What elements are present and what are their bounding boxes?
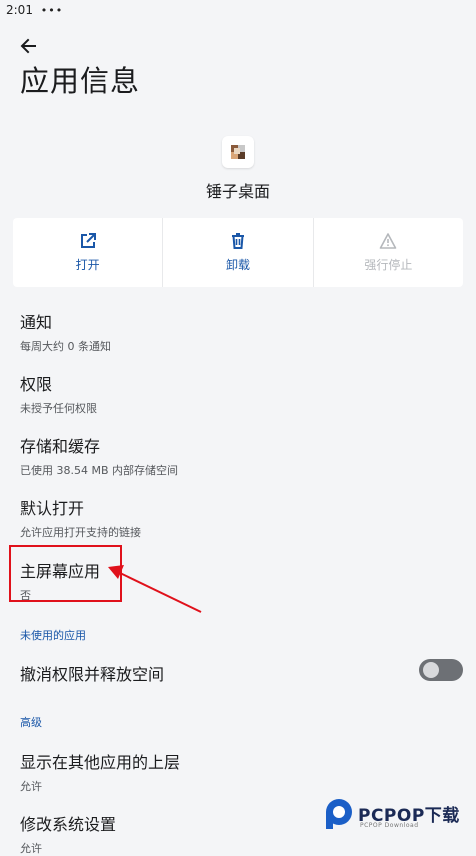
force-stop-button[interactable]: 强行停止	[314, 218, 463, 287]
open-external-icon	[80, 233, 96, 248]
status-dots: •••	[40, 4, 64, 17]
back-button[interactable]	[14, 32, 42, 60]
force-stop-label: 强行停止	[364, 258, 413, 272]
open-by-default-summary: 允许应用打开支持的链接	[20, 526, 141, 539]
uninstall-button[interactable]: 卸载	[163, 218, 314, 287]
app-name: 锤子桌面	[205, 182, 270, 201]
status-bar: 2:01 •••	[0, 0, 476, 22]
advanced-header: 高级	[20, 716, 42, 729]
revoke-permissions-item[interactable]: 撤消权限并释放空间	[20, 661, 164, 685]
app-icon	[222, 136, 254, 168]
back-arrow-icon	[20, 38, 36, 54]
watermark-logo: PCPOP下载 PCPOP Download	[322, 797, 472, 837]
watermark-subtext: PCPOP Download	[360, 822, 419, 829]
toggle-knob	[423, 662, 439, 678]
page-title: 应用信息	[20, 64, 141, 98]
open-by-default-item[interactable]: 默认打开 允许应用打开支持的链接	[20, 495, 141, 540]
revoke-permissions-toggle[interactable]	[419, 659, 463, 681]
open-label: 打开	[75, 258, 100, 272]
modify-settings-item[interactable]: 修改系统设置 允许	[20, 811, 116, 856]
status-time: 2:01	[6, 3, 33, 17]
revoke-permissions-title: 撤消权限并释放空间	[20, 665, 165, 684]
uninstall-label: 卸载	[225, 258, 250, 272]
annotation-arrow	[108, 565, 202, 613]
display-over-apps-summary: 允许	[20, 780, 42, 793]
notifications-title: 通知	[20, 313, 53, 332]
notifications-item[interactable]: 通知 每周大约 0 条通知	[20, 309, 111, 354]
open-by-default-title: 默认打开	[20, 499, 85, 518]
action-bar: 打开 卸载 强行停止	[13, 218, 463, 287]
storage-summary: 已使用 38.54 MB 内部存储空间	[20, 464, 179, 477]
unused-apps-header: 未使用的应用	[20, 629, 86, 642]
permissions-item[interactable]: 权限 未授予任何权限	[20, 371, 97, 416]
modify-settings-summary: 允许	[20, 842, 42, 855]
storage-item[interactable]: 存储和缓存 已使用 38.54 MB 内部存储空间	[20, 433, 178, 478]
display-over-apps-item[interactable]: 显示在其他应用的上层 允许	[20, 749, 180, 794]
warning-icon	[380, 233, 397, 249]
open-button[interactable]: 打开	[13, 218, 164, 287]
permissions-summary: 未授予任何权限	[20, 402, 97, 415]
permissions-title: 权限	[20, 375, 53, 394]
storage-title: 存储和缓存	[20, 437, 101, 456]
trash-icon	[231, 233, 244, 249]
pcpop-logo-icon	[326, 799, 352, 829]
notifications-summary: 每周大约 0 条通知	[20, 340, 111, 353]
display-over-apps-title: 显示在其他应用的上层	[20, 753, 181, 772]
modify-settings-title: 修改系统设置	[20, 815, 117, 834]
